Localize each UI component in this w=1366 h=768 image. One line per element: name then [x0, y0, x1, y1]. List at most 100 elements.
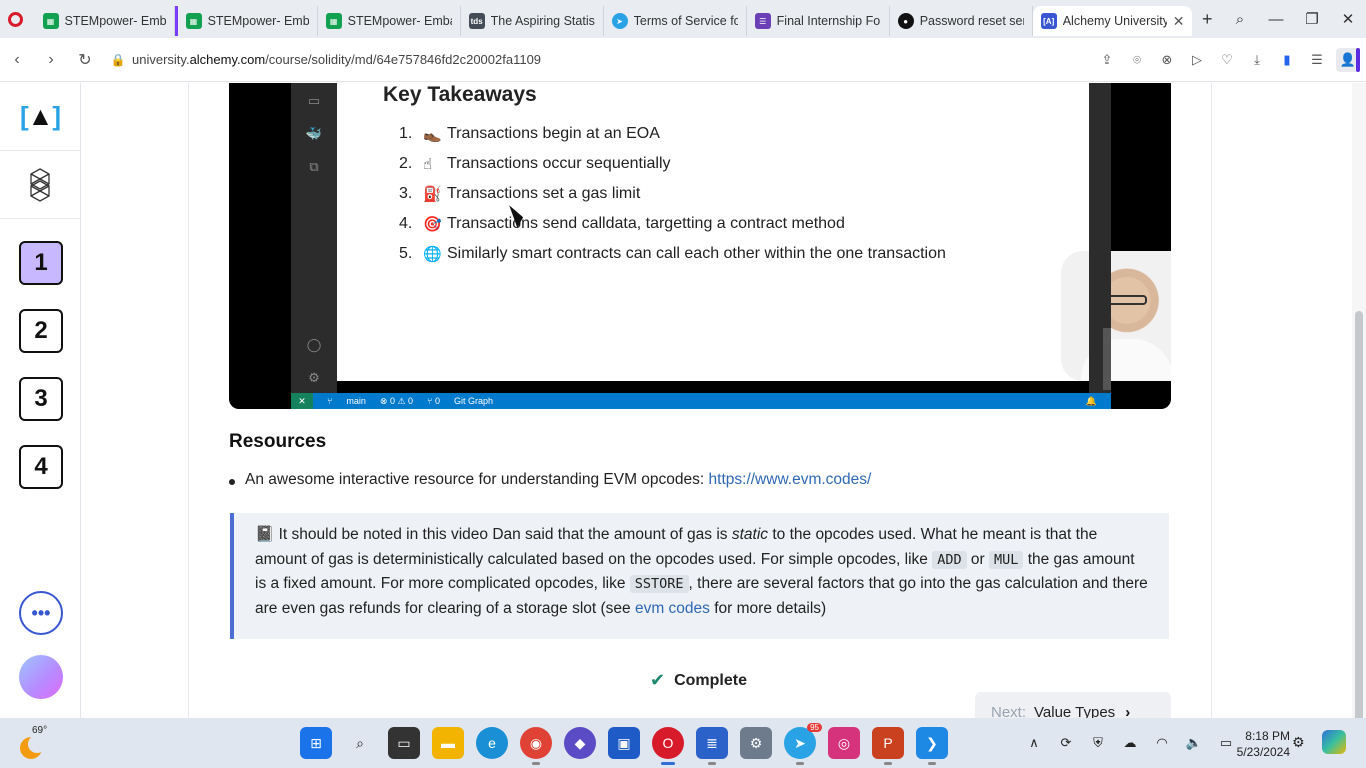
remote-icon: ✕: [291, 393, 313, 409]
tab-stempower-1[interactable]: ▦ STEMpower- Emba: [31, 6, 175, 36]
tab-stempower-3[interactable]: ▦ STEMpower- Emba: [318, 6, 461, 36]
copilot-icon[interactable]: [1322, 730, 1346, 754]
share-icon[interactable]: ⇪: [1092, 52, 1122, 68]
telegram-icon[interactable]: ➤ 95: [784, 723, 822, 765]
back-icon[interactable]: ‹: [0, 51, 34, 69]
search-tabs-icon[interactable]: ⌕: [1222, 11, 1258, 28]
code-mul: MUL: [989, 550, 1024, 569]
heart-icon[interactable]: ♡: [1212, 52, 1242, 68]
pointing-finger-icon: ☝: [423, 156, 433, 173]
editor-activity-bar: ▭ 🐳 ⧉ ◯ ⚙: [291, 83, 337, 393]
search-icon[interactable]: ⌕: [344, 727, 376, 759]
settings-icon[interactable]: ⚙: [740, 727, 772, 759]
tab-aspiring-statistician[interactable]: tds The Aspiring Statist: [461, 6, 604, 36]
code-add: ADD: [932, 550, 967, 569]
opera-icon[interactable]: O: [652, 727, 684, 765]
tab-label: Final Internship For: [776, 14, 881, 28]
next-lesson-button[interactable]: Next: Value Types ›: [975, 692, 1171, 721]
time: 8:18 PM: [1245, 729, 1290, 743]
gas-note-callout: 📓 It should be noted in this video Dan s…: [230, 513, 1169, 639]
presenter-webcam: [1061, 251, 1171, 381]
close-tab-icon[interactable]: ✕: [1173, 13, 1185, 30]
battery-saver-icon[interactable]: ▮: [1272, 52, 1302, 68]
step-2-button[interactable]: 2: [19, 309, 63, 353]
player-icon[interactable]: ▷: [1182, 52, 1212, 68]
step-1-button[interactable]: 1: [19, 241, 63, 285]
step-4-button[interactable]: 4: [19, 445, 63, 489]
task-view-icon[interactable]: ▭: [388, 727, 420, 759]
restore-icon[interactable]: ❐: [1294, 10, 1330, 28]
new-tab-button[interactable]: +: [1192, 4, 1222, 34]
evm-codes-link[interactable]: https://www.evm.codes/: [709, 471, 872, 488]
lock-icon[interactable]: 🔒: [108, 53, 128, 67]
defender-icon[interactable]: ⛨: [1082, 735, 1114, 751]
tds-favicon-icon: tds: [468, 13, 485, 29]
tab-label: Terms of Service fo: [633, 14, 738, 28]
store-icon[interactable]: ▣: [608, 727, 640, 759]
telegram-favicon-icon: ➤: [611, 13, 628, 29]
adblock-icon[interactable]: ⊗: [1152, 52, 1182, 68]
address-bar: ‹ › ↻ 🔒 university.alchemy.com/course/so…: [0, 38, 1366, 82]
checkmark-icon: ✔: [650, 670, 666, 690]
download-icon[interactable]: ⤓: [1242, 52, 1272, 68]
vscode-icon[interactable]: ❯: [916, 727, 948, 765]
url-field[interactable]: university.alchemy.com/course/solidity/m…: [132, 52, 541, 67]
page-scrollbar[interactable]: [1352, 83, 1366, 736]
powerpoint-icon[interactable]: P: [872, 727, 904, 765]
evm-codes-inline-link[interactable]: evm codes: [635, 600, 710, 617]
editor-status-bar: ✕ ⑂ main ⊗ 0 ⚠ 0 ⑂ 0 Git Graph 🔔: [291, 393, 1111, 409]
branch-name: main: [346, 396, 366, 406]
tray-chevron-up-icon[interactable]: ∧: [1018, 735, 1050, 751]
course-sidebar: [▲] 1 2 3 4 •••: [0, 83, 81, 718]
notification-icon[interactable]: ⚙: [1292, 734, 1305, 751]
volume-icon[interactable]: 🔈: [1178, 735, 1210, 751]
alchemy-logo[interactable]: [▲]: [0, 83, 80, 151]
tab-label: STEMpower- Emba: [347, 14, 452, 28]
brave-icon[interactable]: ◆: [564, 727, 596, 759]
scrollbar-thumb[interactable]: [1355, 311, 1363, 736]
alchemy-favicon-icon: [A]: [1040, 13, 1057, 29]
course-map-button[interactable]: [0, 151, 80, 219]
takeaways-list: 1. 👞 Transactions begin at an EOA 2. ☝ Trans…: [399, 119, 946, 269]
target-icon: 🎯: [423, 216, 442, 233]
onedrive-icon[interactable]: ☁: [1114, 735, 1146, 751]
forward-icon[interactable]: ›: [34, 51, 68, 69]
complete-button[interactable]: ✔ Complete: [650, 670, 747, 691]
list-item: 5. 🌐 Similarly smart contracts can call ea…: [399, 245, 946, 263]
start-icon[interactable]: ⊞: [300, 727, 332, 759]
branch-icon: ⑂: [327, 396, 333, 406]
globe-icon: 🌐: [423, 246, 442, 263]
slide: Key Takeaways 1. 👞 Transactions begin at a…: [337, 83, 1171, 381]
weather-widget[interactable]: 69°: [14, 725, 50, 761]
git-graph-label: Git Graph: [453, 396, 493, 406]
stempower-favicon-icon: ▦: [42, 13, 59, 29]
chrome-icon[interactable]: ◉: [520, 727, 552, 765]
avatar[interactable]: [19, 655, 63, 699]
close-window-icon[interactable]: ✕: [1330, 10, 1366, 28]
tab-stempower-2[interactable]: ▦ STEMpower- Emba: [174, 6, 318, 36]
account-icon: ◯: [306, 337, 322, 352]
camera-icon[interactable]: ⌾: [1122, 52, 1152, 68]
opera-logo-icon[interactable]: [0, 0, 32, 38]
instagram-icon[interactable]: ◎: [828, 727, 860, 759]
list-item: 3. ⛽ Transactions set a gas limit: [399, 185, 641, 203]
easy-setup-icon[interactable]: ☰: [1302, 52, 1332, 68]
edge-icon[interactable]: e: [476, 727, 508, 759]
tab-alchemy-university[interactable]: [A] Alchemy University ✕: [1032, 6, 1193, 36]
file-explorer-icon[interactable]: ▬: [432, 727, 464, 759]
minimize-icon[interactable]: —: [1258, 11, 1294, 28]
step-3-button[interactable]: 3: [19, 377, 63, 421]
clock[interactable]: 8:18 PM 5/23/2024: [1222, 728, 1290, 760]
notepad-icon[interactable]: ≣: [696, 727, 728, 765]
more-options-button[interactable]: •••: [19, 591, 63, 635]
tab-final-internship-form[interactable]: ☰ Final Internship For: [747, 6, 890, 36]
tab-terms-of-service[interactable]: ➤ Terms of Service fo: [604, 6, 747, 36]
sync-icon[interactable]: ⟳: [1050, 735, 1082, 751]
wifi-icon[interactable]: ◠: [1146, 735, 1178, 751]
tab-password-reset[interactable]: ● Password reset sent: [890, 6, 1033, 36]
reload-icon[interactable]: ↻: [68, 50, 102, 70]
slide-title: Key Takeaways: [383, 83, 537, 106]
windows-taskbar: 69° ⊞ ⌕ ▭ ▬ e ◉ ◆ ▣ O ≣ ⚙ ➤ 95 ◎ P ❯ ∧ ⟳ …: [0, 718, 1366, 768]
lesson-video[interactable]: ▭ 🐳 ⧉ ◯ ⚙ Key Takeaways 1. 👞 Transactions …: [229, 83, 1171, 409]
resource-text: An awesome interactive resource for unde…: [245, 471, 709, 488]
